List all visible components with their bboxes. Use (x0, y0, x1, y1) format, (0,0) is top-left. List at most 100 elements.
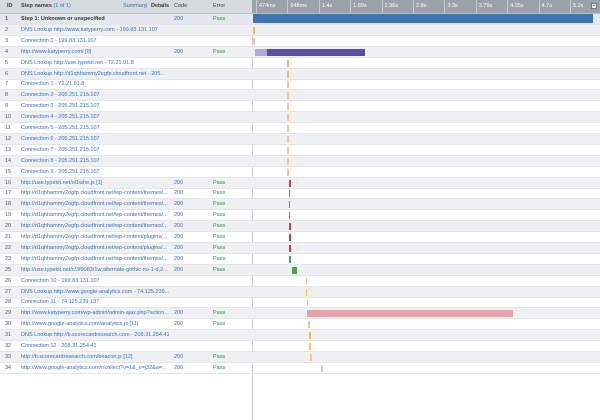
waterfall-bar[interactable] (287, 168, 289, 176)
request-name-link[interactable]: Connection 2 - 205.251.215.107 (21, 90, 169, 100)
table-row[interactable]: 12 Connection 6 - 205.251.215.107 (0, 133, 600, 145)
waterfall-bar[interactable] (308, 321, 310, 329)
table-row[interactable]: 5 DNS Lookup http://use.typekit.net - 72.… (0, 58, 600, 69)
waterfall-bar[interactable] (309, 332, 311, 340)
request-name-link[interactable]: http://d1qhhammy2egfp.cloudfront.net/wp-… (21, 188, 169, 198)
request-name-link[interactable]: http://d1qhhammy2egfp.cloudfront.net/wp-… (21, 232, 169, 242)
summary-link[interactable]: Summary (123, 0, 147, 13)
table-row[interactable]: 3 Connection 0 - 199.83.131.107 (0, 36, 600, 47)
table-row[interactable]: 29 http://www.katyperry.com/wp-admin/admi… (0, 308, 600, 320)
waterfall-bar[interactable] (287, 103, 289, 111)
request-name-link[interactable]: DNS Lookup http://use.typekit.net - 72.2… (21, 58, 169, 68)
error-column-header[interactable]: Error (213, 0, 225, 13)
request-name-link[interactable]: DNS Lookup http://www.google-analytics.c… (21, 287, 169, 297)
table-row[interactable]: 23 http://d1qhhammy2egfp.cloudfront.net/w… (0, 254, 600, 265)
request-name-link[interactable]: http://d1qhhammy2egfp.cloudfront.net/wp-… (21, 210, 169, 220)
table-row[interactable]: 16 http://use.typekit.net/ol1whe.js [1] 20… (0, 177, 600, 189)
table-row[interactable]: 14 Connection 8 - 205.251.215.107 (0, 155, 600, 167)
waterfall-bar[interactable] (287, 92, 289, 100)
waterfall-bar[interactable] (289, 223, 291, 231)
table-row[interactable]: 6 DNS Lookup http://d1qhhammy2egfp.cloudf… (0, 68, 600, 80)
request-name-link[interactable]: DNS Lookup http://d1qhhammy2egfp.cloudfr… (21, 69, 169, 79)
request-name-link[interactable]: Connection 4 - 205.251.215.107 (21, 112, 169, 122)
table-row[interactable]: 27 DNS Lookup http://www.google-analytics… (0, 286, 600, 298)
request-name-link[interactable]: http://use.typekit.net/c/3f9083/1w;alter… (21, 265, 169, 275)
waterfall-bar[interactable] (309, 343, 311, 350)
table-row[interactable]: 33 http://b.scorecardresearch.com/beacon.… (0, 351, 600, 363)
id-column-header[interactable]: ID (7, 0, 13, 13)
waterfall-bar[interactable] (254, 48, 366, 56)
waterfall-bar[interactable] (253, 37, 255, 45)
request-name-link[interactable]: Connection 3 - 205.251.215.107 (21, 101, 169, 111)
request-name-link[interactable]: Connection 5 - 205.251.215.107 (21, 123, 169, 133)
waterfall-bar[interactable] (288, 179, 292, 187)
table-row[interactable]: 32 Connection 12 - 208.31.254.41 (0, 341, 600, 352)
request-name-link[interactable]: http://www.katyperry.com/ [0] (21, 47, 169, 57)
request-name-link[interactable]: Connection 12 - 208.31.254.41 (21, 341, 169, 351)
table-row[interactable]: 19 http://d1qhhammy2egfp.cloudfront.net/w… (0, 210, 600, 222)
request-name-link[interactable]: http://d1qhhammy2egfp.cloudfront.net/wp-… (21, 254, 169, 264)
waterfall-bar[interactable] (288, 190, 291, 198)
waterfall-bar[interactable] (253, 26, 255, 34)
waterfall-bar[interactable] (306, 299, 309, 307)
request-name-link[interactable]: Connection 7 - 205.251.215.107 (21, 145, 169, 155)
request-name-link[interactable]: http://www.katyperry.com/wp-admin/admin-… (21, 308, 169, 318)
request-name-link[interactable]: http://d1qhhammy2egfp.cloudfront.net/wp-… (21, 199, 169, 209)
table-row[interactable]: 4 http://www.katyperry.com/ [0] 200 Pass (0, 46, 600, 58)
table-row[interactable]: 2 DNS Lookup http://www.katyperry.com - 1… (0, 24, 600, 36)
table-row[interactable]: 21 http://d1qhhammy2egfp.cloudfront.net/w… (0, 232, 600, 243)
table-row[interactable]: 1 Step 1: Unknown or unspecified 200 Pass (0, 14, 600, 25)
table-row[interactable]: 15 Connection 9 - 205.251.215.107 (0, 167, 600, 178)
waterfall-bar[interactable] (307, 310, 514, 318)
table-row[interactable]: 18 http://d1qhhammy2egfp.cloudfront.net/w… (0, 199, 600, 211)
table-row[interactable]: 13 Connection 7 - 205.251.215.107 (0, 145, 600, 156)
table-row[interactable]: 7 Connection 1 - 72.21.91.8 (0, 79, 600, 91)
request-name-link[interactable]: Connection 10 - 199.83.131.107 (21, 276, 169, 286)
request-name-link[interactable]: http://d1qhhammy2egfp.cloudfront.net/wp-… (21, 243, 169, 253)
request-name-link[interactable]: http://b.scorecardresearch.com/beacon.js… (21, 352, 169, 362)
waterfall-bar[interactable] (292, 266, 298, 274)
waterfall-bar[interactable] (287, 81, 289, 89)
waterfall-bar[interactable] (287, 59, 289, 67)
waterfall-bar[interactable] (305, 277, 308, 285)
waterfall-bar[interactable] (287, 114, 289, 122)
request-name-link[interactable]: DNS Lookup http://www.katyperry.com - 19… (21, 25, 169, 35)
table-row[interactable]: 28 Connection 11 - 74.125.239.137 (0, 297, 600, 309)
table-row[interactable]: 30 http://www.google-analytics.com/analyt… (0, 319, 600, 331)
waterfall-bar[interactable] (305, 288, 308, 296)
waterfall-bar[interactable] (287, 70, 289, 78)
expand-timeline-button[interactable]: + (591, 3, 597, 9)
waterfall-bar[interactable] (288, 212, 291, 220)
request-name-link[interactable]: Connection 1 - 72.21.91.8 (21, 79, 169, 89)
waterfall-bar[interactable] (287, 146, 289, 154)
waterfall-bar[interactable] (287, 157, 289, 165)
table-row[interactable]: 8 Connection 2 - 205.251.215.107 (0, 90, 600, 102)
table-row[interactable]: 25 http://use.typekit.net/c/3f9083/1w;alt… (0, 264, 600, 276)
waterfall-bar[interactable] (289, 244, 291, 252)
table-row[interactable]: 11 Connection 5 - 205.251.215.107 (0, 123, 600, 134)
request-name-link[interactable]: Connection 6 - 205.251.215.107 (21, 134, 169, 144)
waterfall-bar[interactable] (289, 234, 291, 241)
request-name-link[interactable]: http://use.typekit.net/ol1whe.js [1] (21, 178, 169, 188)
waterfall-bar[interactable] (253, 14, 593, 23)
request-name-link[interactable]: http://d1qhhammy2egfp.cloudfront.net/wp-… (21, 221, 169, 231)
details-tab[interactable]: Details (151, 0, 169, 13)
waterfall-bar[interactable] (287, 125, 289, 132)
table-row[interactable]: 10 Connection 4 - 205.251.215.107 (0, 112, 600, 124)
table-row[interactable]: 22 http://d1qhhammy2egfp.cloudfront.net/w… (0, 242, 600, 254)
table-row[interactable]: 31 DNS Lookup http://b.scorecardresearch.… (0, 330, 600, 342)
waterfall-bar[interactable] (287, 135, 289, 143)
table-row[interactable]: 20 http://d1qhhammy2egfp.cloudfront.net/w… (0, 221, 600, 233)
code-column-header[interactable]: Code (174, 0, 187, 13)
step-names-column-header[interactable]: Step names (1 of 1) (21, 0, 71, 13)
request-name-link[interactable]: http://www.google-analytics.com/analytic… (21, 319, 169, 329)
request-name-link[interactable]: Connection 0 - 199.83.131.107 (21, 36, 169, 46)
waterfall-bar[interactable] (288, 201, 291, 209)
request-name-link[interactable]: Connection 9 - 205.251.215.107 (21, 167, 169, 177)
waterfall-bar[interactable] (321, 364, 323, 372)
waterfall-bar[interactable] (289, 255, 291, 263)
waterfall-bar[interactable] (310, 353, 312, 361)
request-name-link[interactable]: Step 1: Unknown or unspecified (21, 14, 169, 24)
table-row[interactable]: 26 Connection 10 - 199.83.131.107 (0, 276, 600, 287)
table-row[interactable]: 17 http://d1qhhammy2egfp.cloudfront.net/w… (0, 188, 600, 200)
